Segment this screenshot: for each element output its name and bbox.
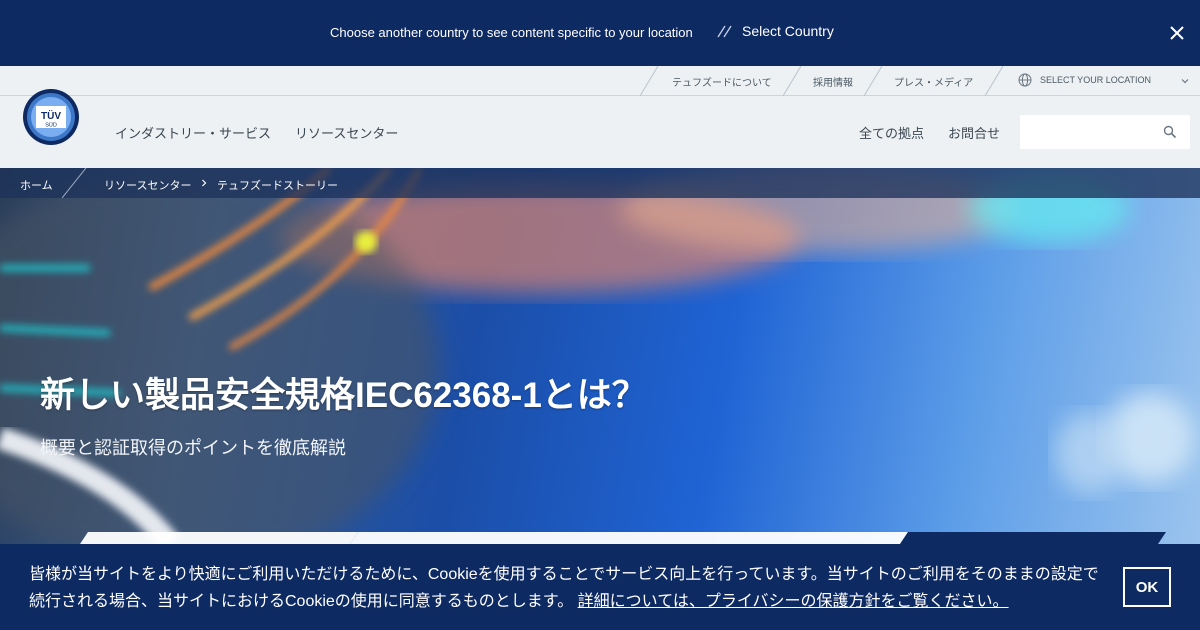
svg-text:TÜV: TÜV bbox=[41, 109, 61, 122]
nav-industry-services[interactable]: インダストリー・サービス bbox=[115, 123, 271, 142]
utility-link-about[interactable]: テュフズードについて bbox=[672, 74, 772, 89]
nav-resource-center[interactable]: リソースセンター bbox=[295, 123, 398, 142]
country-banner: Choose another country to see content sp… bbox=[0, 0, 1200, 66]
breadcrumb-home[interactable]: ホーム bbox=[20, 177, 53, 193]
hero-banner: ホーム リソースセンター テュフズードストーリー 新しい製品安全規格IEC623… bbox=[0, 168, 1200, 544]
divider bbox=[639, 66, 658, 96]
section-tabs-edge bbox=[80, 532, 1166, 544]
utility-link-press[interactable]: プレス・メディア bbox=[894, 74, 973, 89]
page-title: 新しい製品安全規格IEC62368-1とは？ bbox=[40, 376, 647, 415]
divider bbox=[984, 66, 1003, 96]
nav-all-locations[interactable]: 全ての拠点 bbox=[859, 123, 924, 142]
breadcrumb: ホーム リソースセンター テュフズードストーリー bbox=[0, 168, 1200, 198]
divider bbox=[61, 168, 87, 198]
cookie-ok-button[interactable]: OK bbox=[1123, 567, 1171, 607]
divider bbox=[863, 66, 882, 96]
location-selector[interactable]: SELECT YOUR LOCATION bbox=[1040, 75, 1151, 85]
site-header: テュフズードについて 採用情報 プレス・メディア SELECT YOUR LOC… bbox=[0, 66, 1200, 168]
svg-text:SÜD: SÜD bbox=[45, 122, 57, 129]
divider bbox=[782, 66, 801, 96]
chevron-right-icon bbox=[202, 179, 207, 187]
search-icon[interactable] bbox=[1163, 125, 1177, 139]
chevron-down-icon[interactable] bbox=[1181, 77, 1189, 85]
nav-contact[interactable]: お問合せ bbox=[948, 123, 1000, 142]
privacy-policy-link[interactable]: 詳細については、プライバシーの保護方針をご覧ください。 bbox=[578, 593, 1009, 610]
breadcrumb-resource-center[interactable]: リソースセンター bbox=[104, 177, 191, 193]
hero-background-image bbox=[0, 168, 1195, 544]
globe-icon bbox=[1018, 73, 1032, 87]
utility-nav: テュフズードについて 採用情報 プレス・メディア SELECT YOUR LOC… bbox=[0, 66, 1200, 96]
utility-link-careers[interactable]: 採用情報 bbox=[813, 74, 853, 89]
cookie-banner: 皆様が当サイトをより快適にご利用いただけるために、Cookieを使用することでサ… bbox=[0, 544, 1200, 630]
select-country-button[interactable]: Select Country bbox=[716, 23, 834, 39]
slash-icon bbox=[717, 25, 732, 38]
page-subtitle: 概要と認証取得のポイントを徹底解説 bbox=[40, 438, 346, 458]
cookie-message: 皆様が当サイトをより快適にご利用いただけるために、Cookieを使用することでサ… bbox=[29, 561, 1114, 615]
select-country-label: Select Country bbox=[742, 23, 834, 39]
country-message: Choose another country to see content sp… bbox=[330, 25, 693, 40]
breadcrumb-current: テュフズードストーリー bbox=[217, 180, 338, 192]
tuv-sud-logo[interactable]: TÜV SÜD bbox=[22, 88, 80, 146]
close-icon[interactable] bbox=[1164, 20, 1190, 46]
